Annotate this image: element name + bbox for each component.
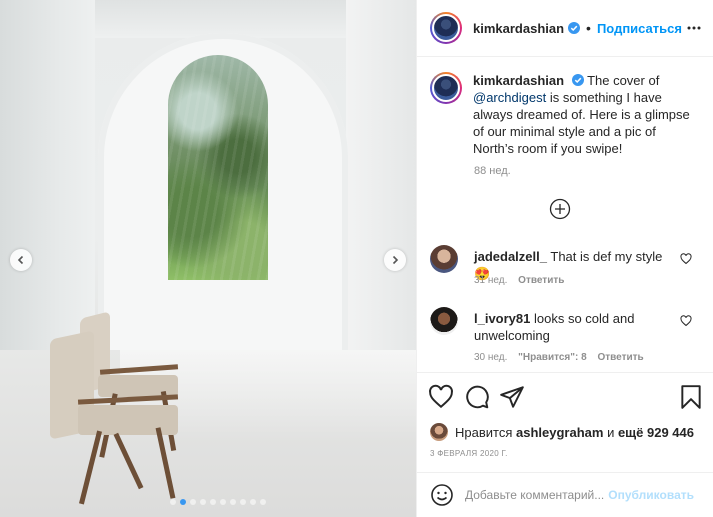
comment-avatar[interactable] [430,307,458,335]
carousel-dot [260,499,266,505]
bookmark-icon[interactable] [678,384,704,410]
header-separator: • [586,20,591,36]
carousel-dot [230,499,236,505]
photo-chair-front [48,330,188,505]
caption-age[interactable]: 88 нед. [474,165,511,177]
comment-meta: 30 нед. "Нравится": 8 Ответить [474,352,644,363]
caption-mention-link[interactable]: @archdigest [473,90,546,105]
chevron-right-icon [392,255,399,265]
likes-summary: Нравится ashleygraham и ещё 929 446 [430,423,694,441]
carousel-indicator [170,499,266,505]
reply-button[interactable]: Ответить [597,352,643,363]
more-icon[interactable] [686,20,702,36]
carousel-dot [210,499,216,505]
post-sidebar: kimkardashian • Подписаться kimkardashia… [416,0,713,517]
likes-count[interactable]: ещё 929 446 [618,425,694,440]
likes-user[interactable]: ashleygraham [516,425,603,440]
author-username[interactable]: kimkardashian [473,21,564,36]
comment-avatar[interactable] [430,245,458,273]
heart-icon[interactable] [680,253,692,265]
plus-circle-icon[interactable] [549,198,571,220]
comment-username[interactable]: l_ivory81 [474,311,530,326]
carousel-dot [180,499,186,505]
photo-arched-window [168,55,268,280]
caption-avatar[interactable] [430,72,462,104]
comment-icon[interactable] [464,384,490,410]
comment-meta: 31 нед. Ответить [474,275,564,286]
comment-likes-count[interactable]: "Нравится": 8 [518,352,587,363]
carousel-dot [220,499,226,505]
share-icon[interactable] [499,384,525,410]
carousel-dot [200,499,206,505]
add-comment-bar: Добавьте комментарий... Опубликовать [417,472,713,517]
verified-badge-icon [571,74,584,86]
next-photo-button[interactable] [384,249,406,271]
carousel-dot [240,499,246,505]
caption-text-start: The cover of [587,73,660,88]
previous-photo-button[interactable] [10,249,32,271]
carousel-dot [250,499,256,505]
likes-connector: и [607,424,615,440]
verified-badge-icon [568,22,581,34]
comment-age[interactable]: 30 нед. [474,352,507,363]
comment-username[interactable]: jadedalzell_ [474,249,547,264]
carousel-dot [170,499,176,505]
author-avatar[interactable] [430,12,462,44]
action-bar [417,372,713,420]
post-caption: kimkardashian The cover of @archdigest i… [430,72,706,177]
liker-avatar[interactable] [430,423,448,441]
likes-prefix: Нравится [455,424,513,440]
follow-button[interactable]: Подписаться [597,21,682,36]
caption-username[interactable]: kimkardashian [473,73,564,88]
chevron-left-icon [17,255,24,265]
comment-input[interactable]: Добавьте комментарий... [465,488,608,502]
post-photo[interactable] [0,0,416,517]
post-header: kimkardashian • Подписаться [417,0,713,57]
carousel-dot [190,499,196,505]
emoji-icon[interactable] [430,483,454,507]
reply-button[interactable]: Ответить [518,275,564,286]
heart-icon[interactable] [428,384,454,410]
post-date[interactable]: 3 ФЕВРАЛЯ 2020 Г. [430,449,508,458]
publish-comment-button[interactable]: Опубликовать [608,488,694,502]
caption-text: kimkardashian The cover of @archdigest i… [473,72,698,157]
comment-body: l_ivory81 looks so cold and unwelcoming [474,310,674,344]
comment-age[interactable]: 31 нед. [474,275,507,286]
heart-icon[interactable] [680,315,692,327]
